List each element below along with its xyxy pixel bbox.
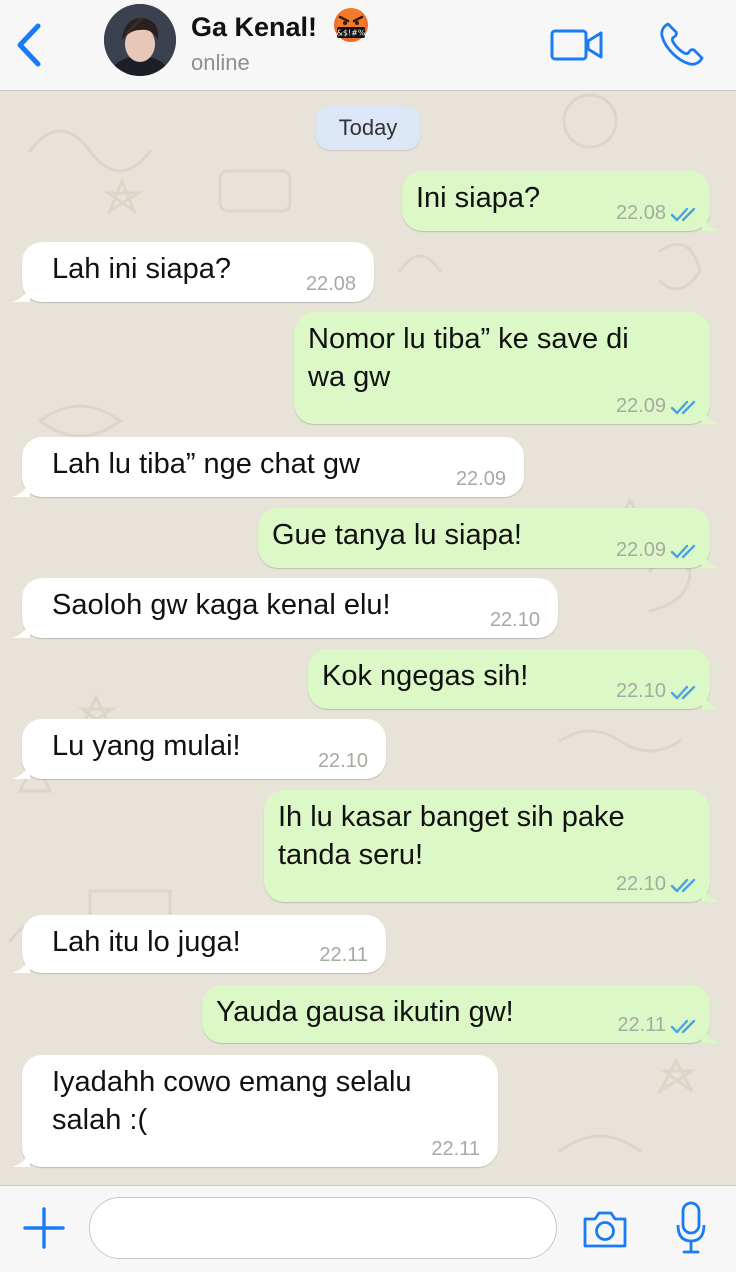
message-bubble-incoming[interactable]: Lu yang mulai! 22.10 [12, 719, 386, 779]
double-check-icon [670, 544, 696, 559]
message-text: Yauda gausa ikutin gw! [216, 996, 514, 1028]
message-text-line-2: wa gw [308, 361, 391, 393]
double-check-icon [670, 685, 696, 700]
message-text: Lah lu tiba” nge chat gw [52, 448, 360, 480]
message-bubble-outgoing[interactable]: Ini siapa? 22.08 [402, 171, 720, 231]
double-check-icon [670, 207, 696, 222]
avatar[interactable] [104, 4, 176, 76]
message-bubble-incoming[interactable]: Lah lu tiba” nge chat gw 22.09 [12, 437, 524, 497]
message-input[interactable] [89, 1197, 557, 1259]
message-text-line-2: salah :( [52, 1104, 148, 1136]
message-text: Kok ngegas sih! [322, 660, 529, 692]
double-check-icon [670, 400, 696, 415]
chat-header: Ga Kenal! &$!#% online [0, 0, 736, 91]
double-check-icon [670, 878, 696, 893]
message-bubble-outgoing[interactable]: Kok ngegas sih! 22.10 [308, 649, 720, 709]
message-text: Ini siapa? [416, 182, 541, 214]
message-text: Saoloh gw kaga kenal elu! [52, 589, 391, 621]
microphone-icon[interactable] [676, 1201, 706, 1255]
message-text-line-2: tanda seru! [278, 839, 424, 871]
message-time: 22.09 [615, 395, 666, 417]
message-time: 22.08 [615, 202, 666, 224]
date-separator: Today [316, 106, 420, 150]
message-time: 22.10 [615, 873, 666, 895]
message-bubble-outgoing[interactable]: Gue tanya lu siapa! 22.09 [258, 508, 720, 568]
contact-name[interactable]: Ga Kenal! [191, 12, 317, 43]
chevron-left-icon[interactable] [10, 22, 50, 68]
message-text: Lah itu lo juga! [52, 926, 241, 958]
emoji-censor-label: &$!#% [337, 29, 366, 38]
message-text: Nomor lu tiba” ke save di [308, 323, 629, 355]
message-time: 22.11 [617, 1014, 666, 1036]
composer-bar [0, 1185, 736, 1272]
message-bubble-incoming[interactable]: Saoloh gw kaga kenal elu! 22.10 [12, 578, 558, 638]
message-time: 22.10 [615, 680, 666, 702]
message-text: Lah ini siapa? [52, 253, 231, 285]
double-check-icon [670, 1019, 696, 1034]
message-bubble-outgoing[interactable]: Ih lu kasar banget sih pake tanda seru! … [264, 790, 720, 902]
message-time: 22.08 [305, 273, 356, 295]
message-time: 22.09 [615, 539, 666, 561]
whatsapp-chat-screen: Ga Kenal! &$!#% online Today Ini siapa? … [0, 0, 736, 1272]
message-bubble-outgoing[interactable]: Yauda gausa ikutin gw! 22.11 [202, 985, 720, 1043]
plus-icon[interactable] [22, 1206, 66, 1250]
swearing-face-emoji-icon: &$!#% [334, 8, 368, 42]
phone-icon[interactable] [658, 20, 706, 68]
message-bubble-incoming[interactable]: Lah ini siapa? 22.08 [12, 242, 374, 302]
message-bubble-incoming[interactable]: Iyadahh cowo emang selalu salah :( 22.11 [12, 1055, 498, 1167]
message-time: 22.09 [455, 468, 506, 490]
message-text: Lu yang mulai! [52, 730, 241, 762]
message-time: 22.10 [489, 609, 540, 631]
message-time: 22.11 [431, 1138, 480, 1160]
message-time: 22.10 [317, 750, 368, 772]
chat-area[interactable]: Today Ini siapa? 22.08 Lah ini siapa? 22… [0, 91, 736, 1185]
contact-status: online [191, 50, 250, 75]
message-text: Gue tanya lu siapa! [272, 519, 522, 551]
video-camera-icon[interactable] [550, 27, 604, 63]
message-text: Ih lu kasar banget sih pake [278, 801, 625, 833]
camera-icon[interactable] [582, 1209, 628, 1249]
message-bubble-outgoing[interactable]: Nomor lu tiba” ke save di wa gw 22.09 [294, 312, 720, 424]
message-time: 22.11 [319, 944, 368, 966]
message-text: Iyadahh cowo emang selalu [52, 1066, 412, 1098]
message-bubble-incoming[interactable]: Lah itu lo juga! 22.11 [12, 915, 386, 973]
